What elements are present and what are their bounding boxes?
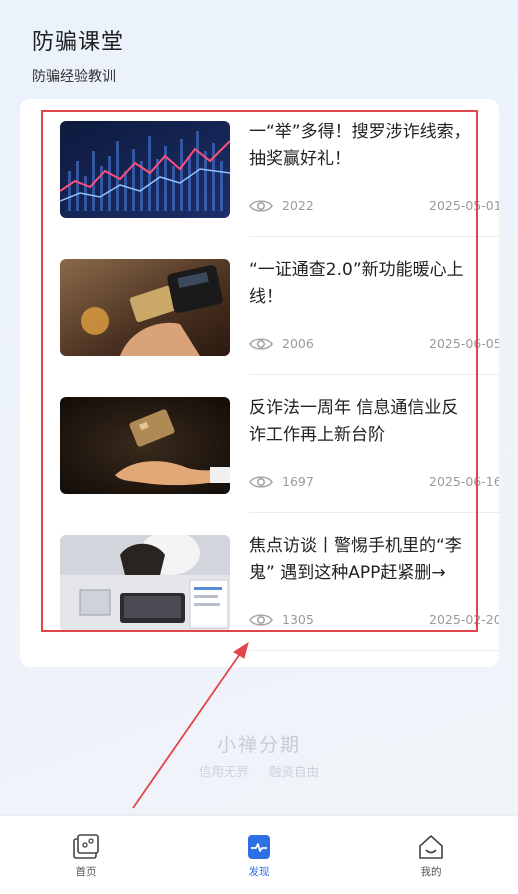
view-count: 2006 xyxy=(282,336,314,351)
article-item[interactable]: 焦点访谈丨警惕手机里的“李 鬼” 遇到这种APP赶紧删→ 1305 2025-02… xyxy=(40,513,499,651)
eye-icon xyxy=(249,614,273,626)
brand-slogans: 信用无界 融资自由 xyxy=(0,761,518,780)
brand-slogan: 信用无界 xyxy=(198,764,249,779)
article-title[interactable]: 反诈法一周年 信息通信业反 诈工作再上新台阶 xyxy=(249,395,499,449)
article-meta: 1697 2025-06-16 xyxy=(249,472,499,492)
tab-profile[interactable]: 我的 xyxy=(401,834,461,879)
article-item[interactable]: “一证通查2.0”新功能暖心上 线！ 2006 2025-06-05 xyxy=(40,237,499,375)
brand-watermark: 小禅分期 信用无界 融资自由 xyxy=(0,730,518,780)
publish-date: 2025-02-20 xyxy=(429,612,499,627)
article-title[interactable]: “一证通查2.0”新功能暖心上 线！ xyxy=(249,257,499,311)
brand-name: 小禅分期 xyxy=(216,734,301,756)
tab-home[interactable]: 首页 xyxy=(56,834,116,879)
stock-chart-image xyxy=(60,121,230,218)
article-meta: 2022 2025-05-01 xyxy=(249,196,499,216)
tab-discover[interactable]: 发现 xyxy=(229,834,289,879)
view-count: 2022 xyxy=(282,198,314,213)
floating-card-hand-image xyxy=(60,397,230,494)
article-title[interactable]: 一“举”多得！搜罗涉诈线索， 抽奖赢好礼！ xyxy=(249,119,499,173)
card-payment-image xyxy=(60,259,230,356)
bottom-tab-bar: 首页 发现 我的 xyxy=(0,816,518,894)
page-subtitle: 防骗经验教训 xyxy=(32,69,116,85)
article-meta: 1305 2025-02-20 xyxy=(249,610,499,630)
discover-icon xyxy=(248,835,270,859)
eye-icon xyxy=(249,200,273,212)
publish-date: 2025-05-01 xyxy=(429,198,499,213)
profile-house-icon xyxy=(419,835,443,859)
article-item[interactable]: 一“举”多得！搜罗涉诈线索， 抽奖赢好礼！ 2022 2025-05-01 xyxy=(40,99,499,237)
brand-slogan: 融资自由 xyxy=(269,764,320,779)
eye-icon xyxy=(249,476,273,488)
laptop-desk-image xyxy=(60,535,230,632)
article-title[interactable]: 焦点访谈丨警惕手机里的“李 鬼” 遇到这种APP赶紧删→ xyxy=(249,533,499,587)
publish-date: 2025-06-05 xyxy=(429,336,499,351)
header: 防骗课堂 防骗经验教训 xyxy=(32,24,124,86)
view-count: 1697 xyxy=(282,474,314,489)
publish-date: 2025-06-16 xyxy=(429,474,499,489)
article-item[interactable]: 反诈法一周年 信息通信业反 诈工作再上新台阶 1697 2025-06-16 xyxy=(40,375,499,513)
page-title: 防骗课堂 xyxy=(32,30,125,55)
home-card-icon xyxy=(73,834,99,859)
eye-icon xyxy=(249,338,273,350)
view-count: 1305 xyxy=(282,612,314,627)
article-list-card: 一“举”多得！搜罗涉诈线索， 抽奖赢好礼！ 2022 2025-05-01 “一… xyxy=(20,99,499,667)
article-meta: 2006 2025-06-05 xyxy=(249,334,499,354)
divider xyxy=(249,650,499,651)
